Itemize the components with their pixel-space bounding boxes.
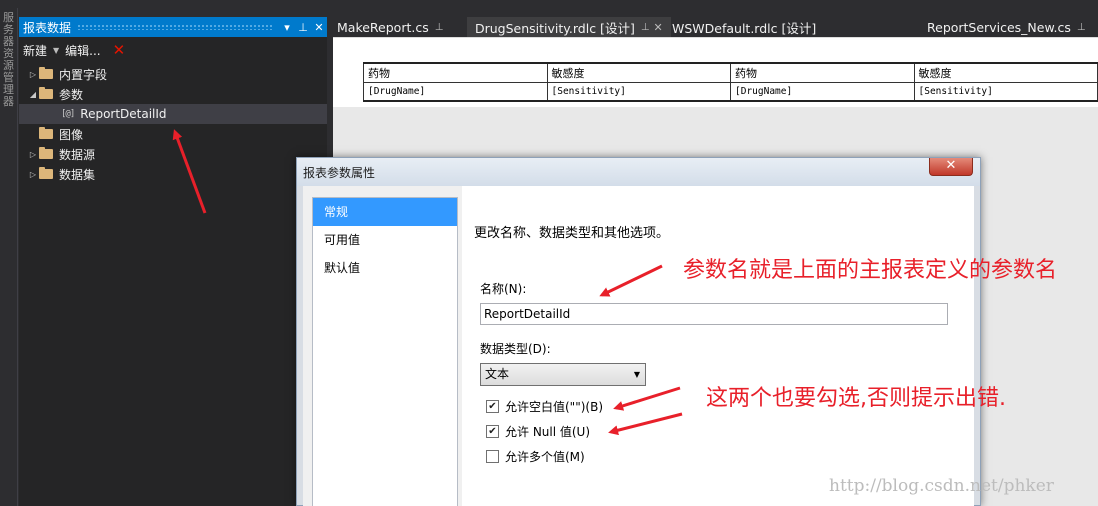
expand-icon[interactable]: ▷	[27, 150, 39, 159]
annotation-param-name: 参数名就是上面的主报表定义的参数名	[683, 258, 1058, 283]
server-explorer-label: 服务器资源管理器	[3, 11, 14, 108]
field-cell[interactable]: [Sensitivity]	[546, 81, 731, 102]
allow-null-checkbox[interactable]: ✔ 允许 Null 值(U)	[486, 423, 590, 439]
folder-icon	[39, 87, 53, 99]
collapse-icon[interactable]: ◢	[27, 90, 39, 99]
name-input[interactable]	[480, 303, 948, 325]
data-type-select[interactable]: 文本 ▼	[480, 363, 646, 386]
header-cell[interactable]: 敏感度	[913, 62, 1098, 83]
tree-node-images[interactable]: 图像	[19, 124, 327, 144]
annotation-check-both: 这两个也要勾选,否则提示出错.	[706, 386, 1006, 411]
panel-title: 报表数据	[23, 20, 72, 35]
tree-node-parameters[interactable]: ◢ 参数	[19, 84, 327, 104]
top-menu-strip	[0, 0, 1098, 8]
type-label: 数据类型(D):	[480, 342, 551, 356]
table-row: 药物 敏感度 药物 敏感度	[363, 62, 1098, 83]
nav-item-default-values[interactable]: 默认值	[313, 254, 457, 282]
document-tabs: MakeReport.cs ⊥ DrugSensitivity.rdlc [设计…	[327, 17, 1098, 37]
checkbox-check-icon[interactable]: ✔	[486, 399, 499, 413]
title-grip	[77, 24, 273, 30]
dialog-nav-list: 常规 可用值 默认值	[312, 197, 458, 506]
dialog-body: 常规 可用值 默认值 更改名称、数据类型和其他选项。 名称(N): 数据类型(D…	[303, 186, 974, 506]
report-data-panel: 报表数据 ▾ ⊥ ✕ 新建 ▼ 编辑... ✕ ▷ 内置字段 ◢ 参数 [@] …	[19, 17, 327, 506]
data-type-value: 文本	[485, 367, 510, 381]
panel-toolbar: 新建 ▼ 编辑... ✕	[19, 38, 327, 62]
design-surface[interactable]: 药物 敏感度 药物 敏感度 [DrugName] [Sensitivity] […	[333, 37, 1098, 107]
tab-makereport[interactable]: MakeReport.cs ⊥	[329, 17, 451, 37]
close-icon[interactable]: ✕	[654, 21, 663, 34]
header-cell[interactable]: 药物	[363, 62, 548, 83]
nav-item-general[interactable]: 常规	[313, 198, 457, 226]
field-cell[interactable]: [DrugName]	[730, 81, 915, 102]
report-parameter-dialog: 报表参数属性 ✕ 常规 可用值 默认值 更改名称、数据类型和其他选项。 名称(N…	[296, 157, 981, 506]
pin-icon[interactable]: ⊥	[641, 22, 650, 33]
checkbox-check-icon[interactable]: ✔	[486, 424, 499, 438]
pin-icon[interactable]: ⊥	[295, 21, 311, 34]
panel-title-bar: 报表数据 ▾ ⊥ ✕	[19, 17, 327, 37]
edit-button[interactable]: 编辑...	[65, 42, 100, 59]
tab-drugsensitivity[interactable]: DrugSensitivity.rdlc [设计] ⊥ ✕	[467, 17, 671, 37]
server-explorer-strip[interactable]: 服务器资源管理器	[0, 8, 18, 506]
tab-reportservices[interactable]: ReportServices_New.cs ⊥	[919, 17, 1094, 37]
checkbox-empty-icon[interactable]	[486, 449, 499, 463]
field-cell[interactable]: [Sensitivity]	[913, 81, 1098, 102]
delete-icon[interactable]: ✕	[113, 43, 126, 58]
tree-node-param-reportdetailid[interactable]: [@] ReportDetailId	[19, 104, 327, 124]
folder-icon	[39, 147, 53, 159]
allow-multiple-checkbox[interactable]: 允许多个值(M)	[486, 448, 585, 464]
new-button[interactable]: 新建	[23, 42, 47, 59]
report-data-tree: ▷ 内置字段 ◢ 参数 [@] ReportDetailId 图像 ▷ 数据源 …	[19, 64, 327, 184]
dialog-close-button[interactable]: ✕	[929, 158, 973, 176]
dropdown-icon[interactable]: ▾	[279, 21, 295, 34]
pin-icon[interactable]: ⊥	[435, 22, 444, 33]
allow-blank-checkbox[interactable]: ✔ 允许空白值("")(B)	[486, 398, 603, 414]
report-table[interactable]: 药物 敏感度 药物 敏感度 [DrugName] [Sensitivity] […	[363, 62, 1098, 102]
folder-icon	[39, 167, 53, 179]
header-cell[interactable]: 药物	[730, 62, 915, 83]
dialog-description: 更改名称、数据类型和其他选项。	[474, 226, 670, 241]
chevron-down-icon: ▼	[633, 370, 640, 379]
tab-wswdefault[interactable]: WSWDefault.rdlc [设计]	[664, 17, 824, 37]
folder-icon	[39, 127, 53, 139]
close-icon[interactable]: ✕	[311, 21, 327, 34]
expand-icon[interactable]: ▷	[27, 170, 39, 179]
name-label: 名称(N):	[480, 282, 527, 296]
expand-icon[interactable]: ▷	[27, 70, 39, 79]
pin-icon[interactable]: ⊥	[1077, 22, 1086, 33]
folder-icon	[39, 67, 53, 79]
tree-node-datasets[interactable]: ▷ 数据集	[19, 164, 327, 184]
dialog-content: 更改名称、数据类型和其他选项。 名称(N): 数据类型(D): 文本 ▼ ✔ 允…	[462, 186, 974, 506]
header-cell[interactable]: 敏感度	[546, 62, 731, 83]
parameter-icon: [@]	[61, 109, 75, 119]
field-cell[interactable]: [DrugName]	[363, 81, 548, 102]
tree-node-builtin-fields[interactable]: ▷ 内置字段	[19, 64, 327, 84]
new-dropdown-icon[interactable]: ▼	[53, 46, 59, 55]
watermark: http://blog.csdn.net/phker	[829, 476, 1054, 496]
tree-node-datasources[interactable]: ▷ 数据源	[19, 144, 327, 164]
table-row: [DrugName] [Sensitivity] [DrugName] [Sen…	[363, 81, 1098, 102]
dialog-title-bar[interactable]: 报表参数属性 ✕	[297, 158, 980, 186]
nav-item-available-values[interactable]: 可用值	[313, 226, 457, 254]
dialog-title: 报表参数属性	[303, 166, 376, 180]
